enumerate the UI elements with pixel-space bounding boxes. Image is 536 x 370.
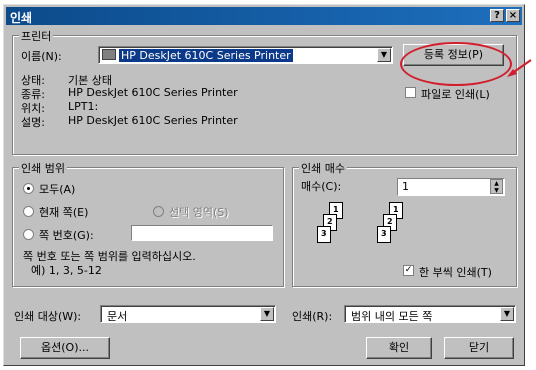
print-label: 인쇄(R): [292, 310, 333, 323]
range-hint-line2: 예) 1, 3, 5-12 [31, 264, 102, 277]
range-current-radio[interactable] [23, 206, 34, 217]
comment-label: 설명: [21, 116, 45, 129]
range-pages-label[interactable]: 쪽 번호(G): [39, 227, 94, 243]
printer-name-label: 이름(N): [21, 50, 62, 63]
printer-icon [102, 49, 116, 60]
printer-name-select[interactable]: HP DeskJet 610C Series Printer ▼ [98, 46, 393, 64]
print-value: 범위 내의 모든 쪽 [351, 310, 433, 323]
collate-label[interactable]: 한 부씩 인쇄(T) [419, 264, 492, 280]
print-range-label: 인쇄 범위 [19, 160, 67, 176]
spin-arrows-icon[interactable]: ▲ ▼ [490, 179, 503, 194]
title-bar: 인쇄 ? × [6, 7, 522, 25]
chevron-down-icon[interactable]: ▼ [500, 307, 514, 321]
chevron-down-icon[interactable]: ▼ [377, 48, 391, 62]
print-range-group: 인쇄 범위 모두(A) 현재 쪽(E) 선택 영역(S) 쪽 번호(G): 쪽 … [12, 160, 284, 287]
print-what-value: 문서 [107, 310, 128, 323]
page-icon: 3 [317, 226, 331, 243]
highlight-circle [400, 42, 512, 86]
copies-group: 인쇄 매수 매수(C): 1 ▲ ▼ 1 2 3 1 2 3 ✓ 한 부씩 인쇄(… [292, 160, 517, 287]
printer-group-label: 프린터 [19, 28, 54, 44]
collate-checkbox[interactable]: ✓ [403, 265, 414, 276]
close-icon[interactable]: × [506, 9, 520, 22]
where-value: LPT1: [68, 100, 99, 113]
cancel-button[interactable]: 닫기 [444, 337, 514, 359]
red-arrow-icon [507, 59, 532, 77]
type-value: HP DeskJet 610C Series Printer [68, 86, 238, 99]
dialog-title: 인쇄 [10, 11, 33, 25]
pages-input[interactable] [131, 225, 273, 241]
copies-count-label: 매수(C): [301, 180, 342, 193]
chevron-down-icon[interactable]: ▼ [260, 307, 274, 321]
range-selection-radio [153, 206, 164, 217]
copies-group-label: 인쇄 매수 [299, 160, 347, 176]
comment-value: HP DeskJet 610C Series Printer [68, 114, 238, 127]
range-pages-radio[interactable] [23, 229, 34, 240]
range-current-label[interactable]: 현재 쪽(E) [39, 204, 88, 220]
print-to-file-label[interactable]: 파일로 인쇄(L) [421, 86, 490, 102]
copies-spinner[interactable]: 1 ▲ ▼ [397, 178, 505, 196]
help-button[interactable]: ? [490, 9, 504, 22]
page-icon: 3 [377, 226, 391, 243]
print-select[interactable]: 범위 내의 모든 쪽 ▼ [344, 305, 516, 323]
range-all-label[interactable]: 모두(A) [39, 181, 75, 197]
range-all-radio[interactable] [23, 183, 34, 194]
printer-name-value: HP DeskJet 610C Series Printer [119, 49, 293, 62]
print-what-select[interactable]: 문서 ▼ [100, 305, 276, 323]
options-button[interactable]: 옵션(O)... [20, 337, 110, 359]
range-selection-label: 선택 영역(S) [169, 206, 229, 219]
print-to-file-checkbox[interactable] [405, 87, 416, 98]
copies-count-value: 1 [402, 180, 409, 193]
print-what-label: 인쇄 대상(W): [14, 310, 82, 323]
ok-button[interactable]: 확인 [366, 337, 432, 359]
